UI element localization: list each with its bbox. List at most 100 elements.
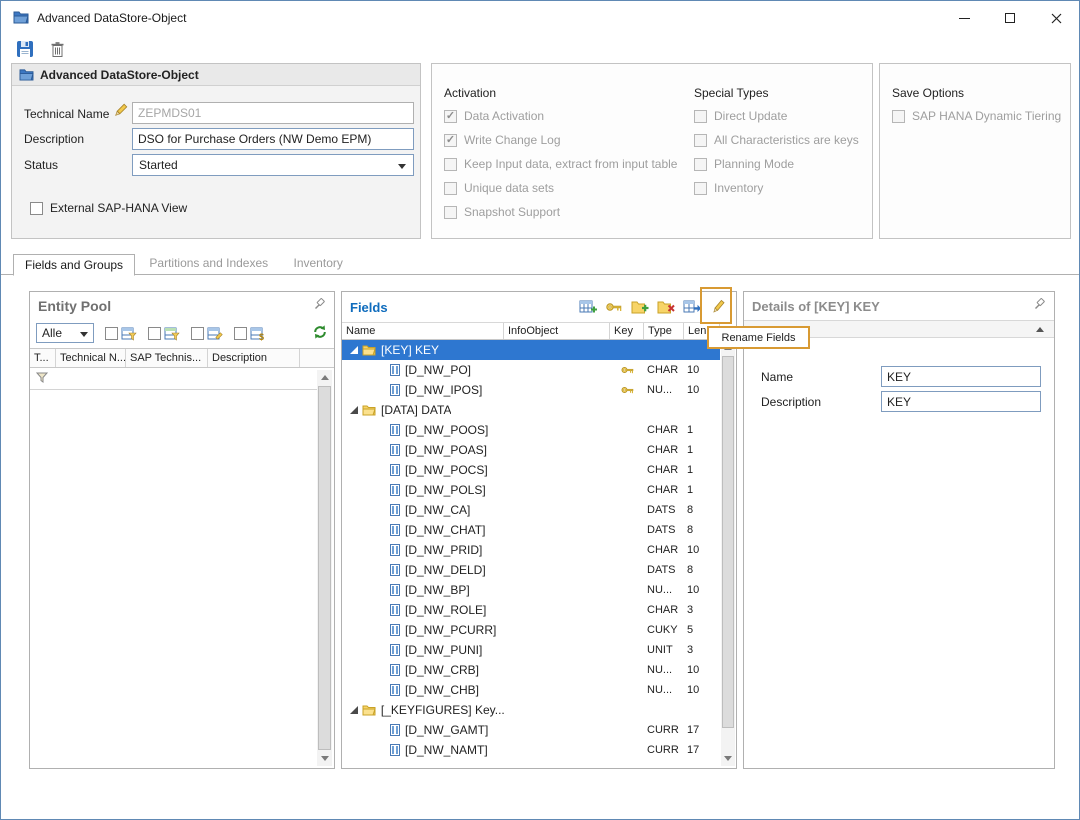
key-cell: [610, 740, 644, 760]
scrollbar-thumb[interactable]: [318, 386, 331, 750]
expander-icon[interactable]: [350, 406, 362, 414]
field-label: [D_NW_POLS]: [405, 483, 486, 497]
entity-filter-3-checkbox[interactable]: [191, 327, 204, 340]
move-field-button[interactable]: [680, 296, 704, 318]
fields-group-row[interactable]: [KEY] KEY: [342, 340, 720, 360]
refresh-button[interactable]: [312, 324, 328, 343]
fields-field-row[interactable]: [D_NW_POAS]CHAR1: [342, 440, 720, 460]
fields-field-row[interactable]: [D_NW_POCS]CHAR1: [342, 460, 720, 480]
fields-field-row[interactable]: [D_NW_GAMT]CURR17: [342, 720, 720, 740]
fields-group-row[interactable]: [_KEYFIGURES] Key...: [342, 700, 720, 720]
fields-column-headers: Name InfoObject Key Type Len...: [342, 322, 720, 340]
entity-filter-2-icon: [164, 326, 180, 341]
infoobject-cell: [504, 740, 610, 760]
expander-icon[interactable]: [350, 346, 362, 354]
fields-field-row[interactable]: [D_NW_CHAT]DATS8: [342, 520, 720, 540]
save-button[interactable]: [14, 38, 36, 60]
key-icon: [621, 384, 634, 396]
chevron-down-icon: [398, 164, 406, 169]
fields-field-row[interactable]: [D_NW_CHB]NU...10: [342, 680, 720, 700]
length-cell: 10: [684, 680, 720, 700]
column-header-type[interactable]: Type: [644, 323, 684, 339]
external-hana-label: External SAP-HANA View: [50, 201, 187, 215]
pin-icon[interactable]: [1033, 298, 1046, 314]
manage-keys-button[interactable]: [602, 296, 626, 318]
key-cell: [610, 380, 644, 400]
length-cell: 10: [684, 660, 720, 680]
close-button[interactable]: [1033, 1, 1079, 35]
technical-name-input[interactable]: [132, 102, 414, 124]
length-cell: 17: [684, 720, 720, 740]
entity-filter-2-checkbox[interactable]: [148, 327, 161, 340]
column-header-name[interactable]: Name: [342, 323, 504, 339]
entity-filter-1-checkbox[interactable]: [105, 327, 118, 340]
add-field-button[interactable]: [576, 296, 600, 318]
delete-button[interactable]: [46, 38, 68, 60]
type-cell: CURR: [644, 720, 684, 740]
status-dropdown[interactable]: Started: [132, 154, 414, 176]
details-panel: Details of [KEY] KEY Name Description: [743, 291, 1055, 769]
type-cell: NU...: [644, 380, 684, 400]
scrollbar-thumb[interactable]: [722, 356, 734, 728]
fields-field-row[interactable]: [D_NW_PUNI]UNIT3: [342, 640, 720, 660]
entity-pool-list[interactable]: [30, 390, 317, 768]
fields-field-row[interactable]: [D_NW_CRB]NU...10: [342, 660, 720, 680]
tab-inventory[interactable]: Inventory: [283, 253, 354, 275]
fields-field-row[interactable]: [D_NW_DELD]DATS8: [342, 560, 720, 580]
fields-field-row[interactable]: [D_NW_PCURR]CUKY5: [342, 620, 720, 640]
fields-field-row[interactable]: [D_NW_BP]NU...10: [342, 580, 720, 600]
close-icon: [1051, 13, 1062, 24]
fields-field-row[interactable]: [D_NW_IPOS]NU...10: [342, 380, 720, 400]
column-header-infoobject[interactable]: InfoObject: [504, 323, 610, 339]
description-input[interactable]: [132, 128, 414, 150]
length-cell: 1: [684, 460, 720, 480]
fields-field-row[interactable]: [D_NW_POOS]CHAR1: [342, 420, 720, 440]
field-label: [D_NW_CRB]: [405, 663, 479, 677]
fields-field-row[interactable]: [D_NW_NAMT]CURR17: [342, 740, 720, 760]
expander-icon[interactable]: [350, 706, 362, 714]
rename-fields-button[interactable]: [706, 296, 730, 318]
column-header-technical-name[interactable]: Technical N...: [56, 349, 126, 367]
special-type-option-row: Direct Update: [694, 104, 859, 128]
fields-field-row[interactable]: [D_NW_POLS]CHAR1: [342, 480, 720, 500]
key-cell: [610, 460, 644, 480]
entity-filter-dropdown[interactable]: Alle: [36, 323, 94, 343]
description-label: Description: [24, 132, 84, 146]
details-name-input[interactable]: [881, 366, 1041, 387]
app-icon: [13, 10, 29, 27]
details-description-input[interactable]: [881, 391, 1041, 412]
tab-partitions-and-indexes[interactable]: Partitions and Indexes: [138, 253, 279, 275]
column-header-type[interactable]: T...: [30, 349, 56, 367]
entity-filter-value: Alle: [42, 326, 62, 340]
name-cell: [D_NW_PO]: [342, 360, 504, 380]
fields-field-row[interactable]: [D_NW_PRID]CHAR10: [342, 540, 720, 560]
field-label: [D_NW_CHAT]: [405, 523, 485, 537]
maximize-button[interactable]: [987, 1, 1033, 35]
fields-field-row[interactable]: [D_NW_CA]DATS8: [342, 500, 720, 520]
column-header-sap-technical[interactable]: SAP Technis...: [126, 349, 208, 367]
infoobject-cell: [504, 600, 610, 620]
scroll-up-icon[interactable]: [317, 370, 332, 385]
fields-field-row[interactable]: [D_NW_ROLE]CHAR3: [342, 600, 720, 620]
tab-fields-and-groups[interactable]: Fields and Groups: [13, 254, 135, 276]
scroll-down-icon[interactable]: [721, 751, 735, 766]
add-group-button[interactable]: [628, 296, 652, 318]
delete-group-button[interactable]: [654, 296, 678, 318]
key-cell: [610, 620, 644, 640]
pin-icon[interactable]: [313, 298, 326, 314]
activation-group: Activation Data ActivationWrite Change L…: [431, 63, 873, 239]
name-cell: [D_NW_NAMT]: [342, 740, 504, 760]
fields-group-row[interactable]: [DATA] DATA: [342, 400, 720, 420]
column-header-key[interactable]: Key: [610, 323, 644, 339]
edit-technical-name-button[interactable]: [113, 103, 128, 121]
column-header-description[interactable]: Description: [208, 349, 300, 367]
scroll-down-icon[interactable]: [317, 751, 332, 766]
entity-pool-scrollbar[interactable]: [317, 370, 332, 766]
fields-scrollbar[interactable]: [721, 340, 735, 766]
entity-filter-4-checkbox[interactable]: [234, 327, 247, 340]
entity-pool-filter-row[interactable]: [30, 368, 317, 390]
external-hana-checkbox[interactable]: [30, 202, 43, 215]
fields-field-row[interactable]: [D_NW_PO]CHAR10: [342, 360, 720, 380]
activation-options: Data ActivationWrite Change LogKeep Inpu…: [444, 104, 677, 224]
minimize-button[interactable]: [941, 1, 987, 35]
